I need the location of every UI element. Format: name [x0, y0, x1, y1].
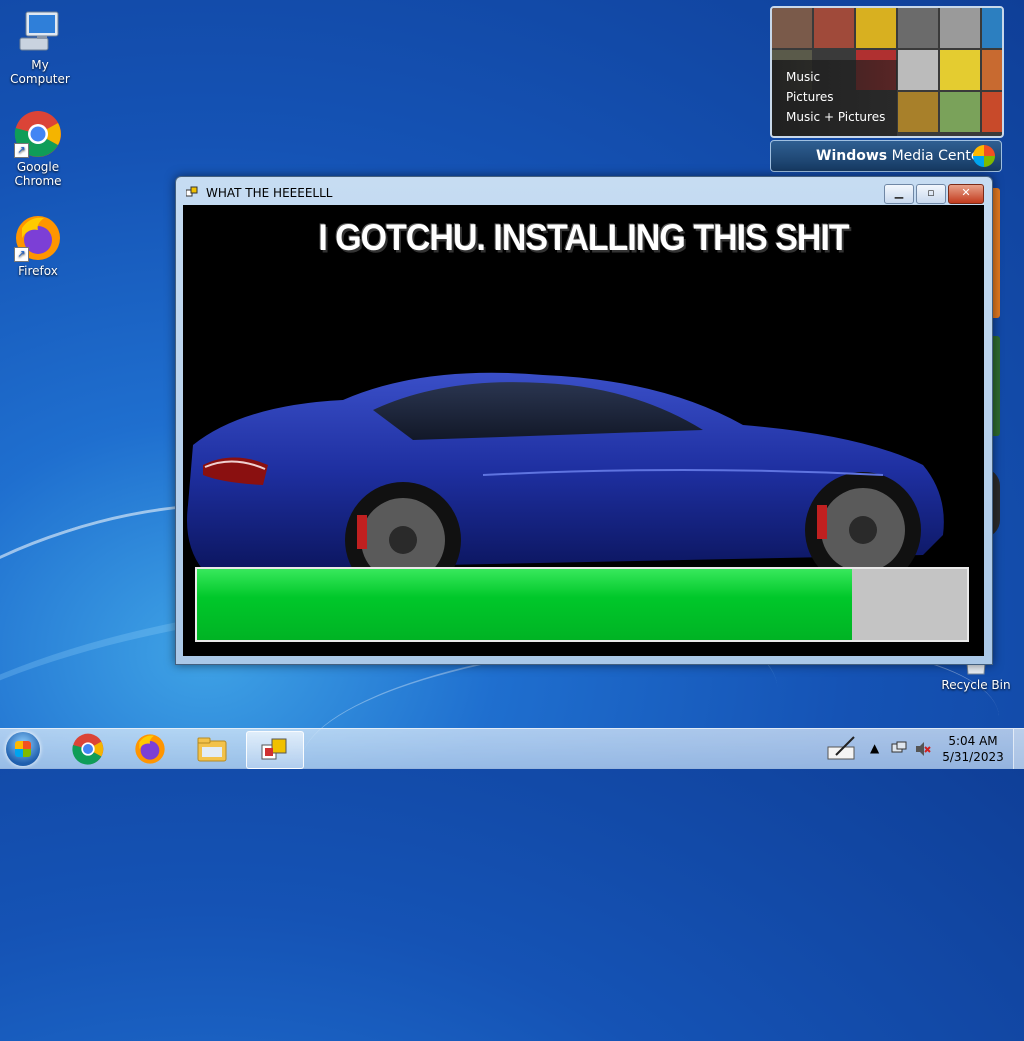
- media-tile: [898, 92, 938, 132]
- desktop-icon-google-chrome[interactable]: ↗ Google Chrome: [0, 110, 78, 188]
- speaker-icon: [898, 8, 938, 48]
- headline-text: I GOTCHU. INSTALLING THIS SHIT: [318, 217, 849, 259]
- car-image: [187, 372, 944, 575]
- app-icon: [261, 738, 287, 760]
- media-tile: [940, 50, 980, 90]
- handwriting-input-icon[interactable]: [826, 735, 858, 763]
- play-icon: [898, 50, 938, 90]
- computer-icon: [16, 8, 64, 56]
- clock-date: 5/31/2023: [942, 750, 1004, 764]
- network-icon[interactable]: [890, 740, 908, 758]
- windows-logo-icon: [973, 145, 995, 167]
- close-icon: ✕: [961, 186, 971, 199]
- app-window[interactable]: WHAT THE HEEEELLL ▁ ▫ ✕ I GOTCHU. INSTAL…: [175, 176, 993, 665]
- media-menu-item-music-pictures[interactable]: Music + Pictures: [786, 110, 885, 124]
- media-tile: [940, 92, 980, 132]
- desktop-icon-label: Google Chrome: [14, 160, 62, 188]
- desktop-icon-label: Firefox: [18, 264, 58, 278]
- window-titlebar[interactable]: WHAT THE HEEEELLL ▁ ▫ ✕: [176, 177, 992, 205]
- explorer-icon: [197, 737, 227, 762]
- windows-logo-icon: [15, 741, 31, 757]
- close-button[interactable]: ✕: [948, 184, 984, 204]
- taskbar-clock[interactable]: 5:04 AM 5/31/2023: [930, 733, 1016, 765]
- media-tile: [982, 8, 1002, 48]
- chrome-icon: ↗: [14, 110, 62, 158]
- install-progress-fill: [197, 569, 852, 640]
- media-center-brand-bold: Windows: [816, 148, 888, 164]
- media-center-brand-light: Media Center: [891, 148, 986, 164]
- media-tile: [772, 8, 812, 48]
- clock-time: 5:04 AM: [948, 734, 998, 748]
- desktop-icon-firefox[interactable]: ↗ Firefox: [0, 214, 78, 278]
- taskbar: ▲ 5:04 AM 5/31/2023: [0, 728, 1024, 769]
- media-tile: [982, 50, 1002, 90]
- show-desktop-button[interactable]: [1013, 729, 1024, 769]
- taskbar-firefox-button[interactable]: [122, 731, 178, 767]
- chevron-up-icon: ▲: [870, 741, 880, 755]
- shortcut-arrow-icon: ↗: [14, 247, 29, 262]
- desktop-icon-label: My Computer: [10, 58, 70, 86]
- media-tile: [856, 8, 896, 48]
- maximize-button[interactable]: ▫: [916, 184, 946, 204]
- taskbar-app-button[interactable]: [246, 731, 304, 769]
- media-menu-item-pictures[interactable]: Pictures: [786, 90, 885, 104]
- media-tile: [982, 92, 1002, 132]
- minimize-button[interactable]: ▁: [884, 184, 914, 204]
- window-content: I GOTCHU. INSTALLING THIS SHIT: [183, 205, 984, 656]
- app-icon: [186, 186, 198, 197]
- chrome-icon: [72, 733, 104, 765]
- media-center-launch-bar[interactable]: Windows Media Center: [770, 140, 1002, 172]
- window-title: WHAT THE HEEEELLL: [206, 186, 333, 200]
- firefox-icon: ↗: [14, 214, 62, 262]
- firefox-icon: [135, 734, 165, 764]
- media-menu-item-music[interactable]: Music: [786, 70, 885, 84]
- shortcut-arrow-icon: ↗: [14, 143, 29, 158]
- show-hidden-icons-button[interactable]: ▲: [870, 741, 879, 755]
- maximize-icon: ▫: [927, 186, 935, 199]
- minimize-icon: ▁: [894, 186, 904, 199]
- media-tile: [814, 8, 854, 48]
- taskbar-chrome-button[interactable]: [60, 731, 116, 767]
- desktop-icon-label: Recycle Bin: [941, 678, 1011, 692]
- taskbar-explorer-button[interactable]: [184, 731, 240, 767]
- media-center-gadget[interactable]: Music Pictures Music + Pictures: [770, 6, 1004, 138]
- media-menu: Music Pictures Music + Pictures: [786, 70, 885, 130]
- media-tile: [940, 8, 980, 48]
- desktop-icon-my-computer[interactable]: My Computer: [0, 8, 80, 86]
- start-button[interactable]: [6, 732, 40, 766]
- install-progress-bar: [195, 567, 969, 642]
